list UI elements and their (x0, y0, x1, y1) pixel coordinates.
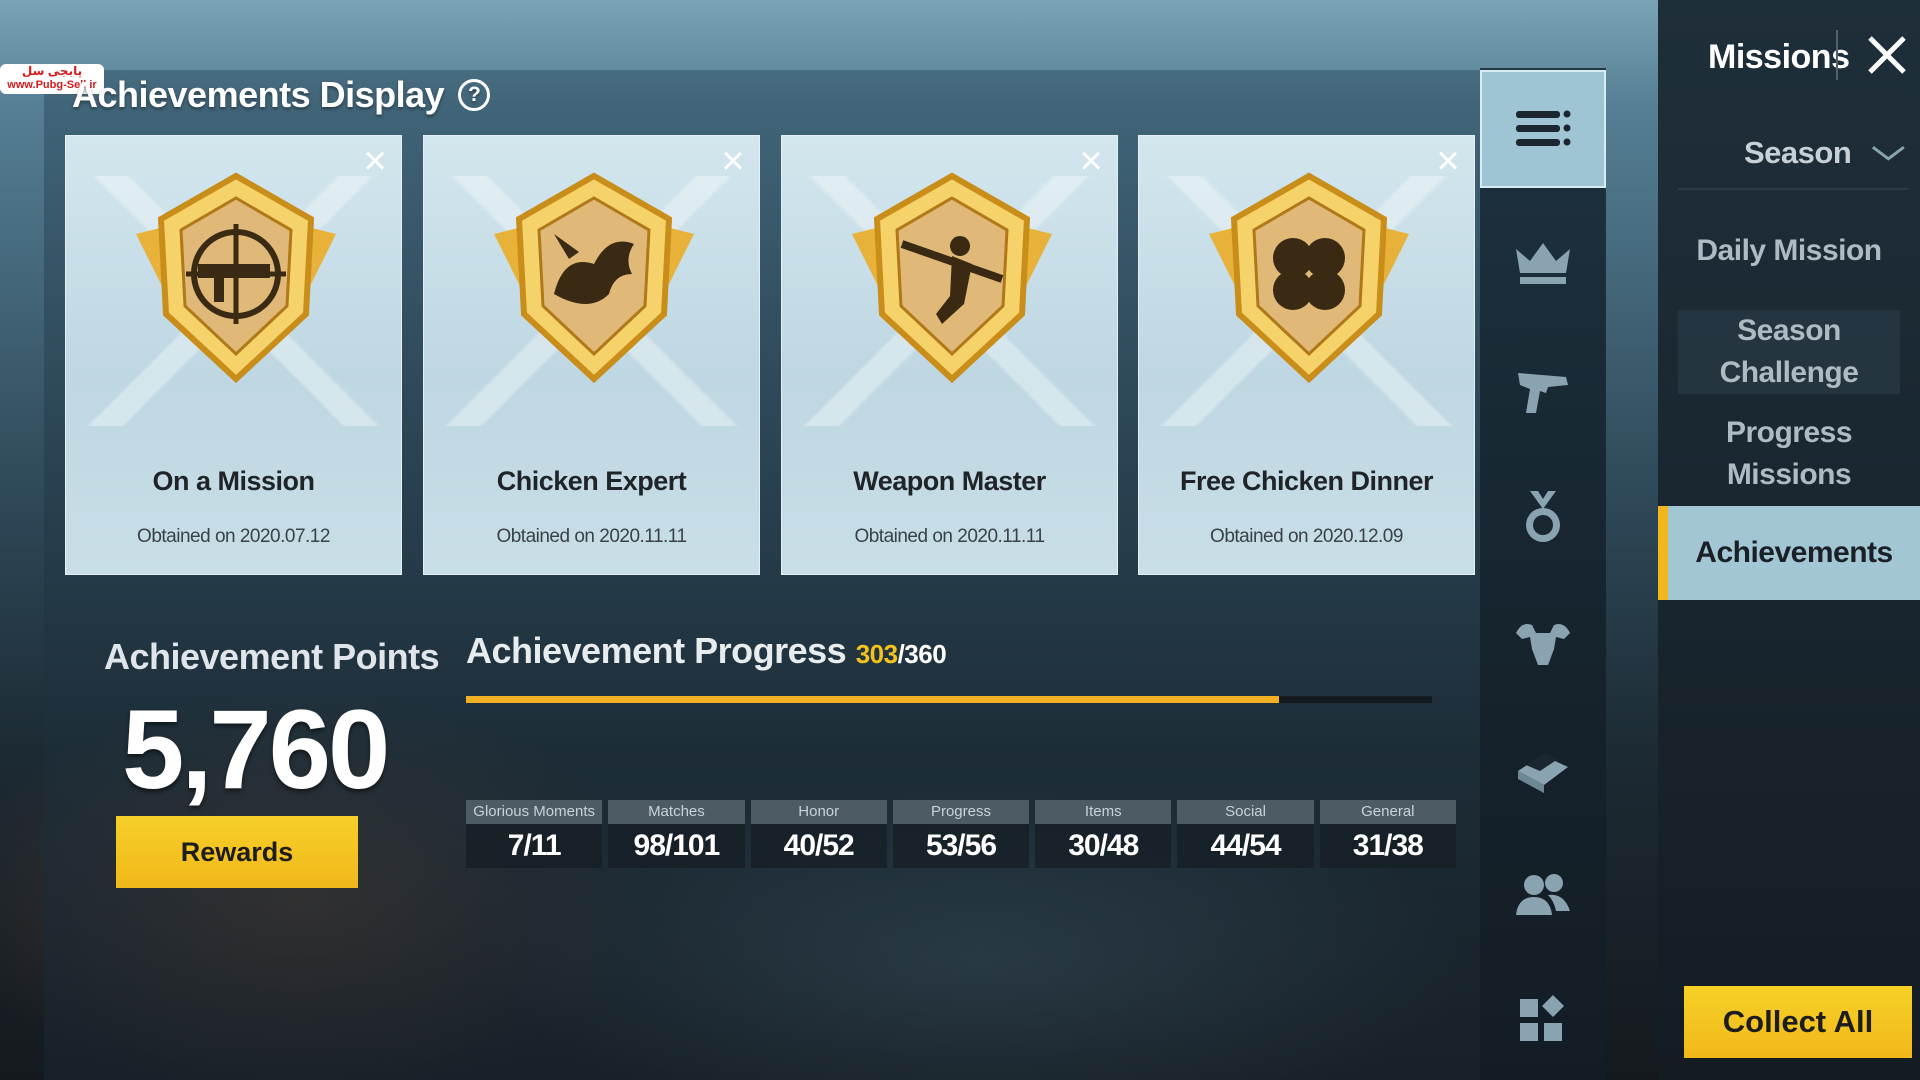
help-icon[interactable]: ? (458, 79, 491, 111)
stat-label: Progress (892, 800, 1030, 824)
achievement-name: On a Mission (152, 466, 315, 496)
four-leaf-clover-icon (1209, 172, 1409, 384)
collect-all-button[interactable]: Collect All (1684, 986, 1912, 1058)
progress-bar (466, 696, 1432, 703)
progress-current: 303 (855, 639, 898, 669)
stat-value: 44/54 (1210, 829, 1282, 862)
achievement-progress-label: Achievement Progress (466, 630, 847, 671)
stat-glorious-moments: Glorious Moments 7/11 (466, 800, 603, 868)
medal-icon (1526, 491, 1560, 542)
achievement-date: Obtained on 2020.12.09 (1210, 526, 1403, 547)
tab-all-achievements[interactable] (1480, 70, 1606, 188)
achievement-card[interactable]: × Chicken Expert Obtained on 2020.11.11 (423, 135, 760, 575)
stat-progress: Progress 53/56 (892, 800, 1030, 868)
chicken-icon (494, 172, 694, 384)
stat-value: 7/11 (507, 829, 562, 862)
achievement-date: Obtained on 2020.11.11 (854, 526, 1045, 547)
stat-social: Social 44/54 (1177, 800, 1314, 868)
progress-bar-fill (466, 696, 1280, 703)
tab-honor[interactable] (1480, 462, 1606, 572)
category-sidebar (1480, 68, 1606, 1080)
crown-icon (1516, 243, 1570, 284)
sidebar-item-progress-missions[interactable]: Progress Missions (1678, 412, 1900, 496)
list-icon (1516, 110, 1571, 146)
stat-label: Honor (750, 800, 887, 824)
crosshair-rifle-icon (136, 172, 336, 384)
achievement-progress-header: Achievement Progress 303/360 (466, 630, 947, 672)
friends-icon (1516, 874, 1570, 915)
category-stats: Glorious Moments 7/11 Matches 98/101 Honor… (466, 800, 1456, 868)
progress-total: /360 (897, 639, 947, 669)
close-icon[interactable] (1862, 30, 1912, 80)
stat-honor: Honor 40/52 (750, 800, 887, 868)
tab-social[interactable] (1480, 840, 1606, 950)
sidebar-item-season-challenge[interactable]: Season Challenge (1678, 310, 1900, 394)
achievement-date: Obtained on 2020.07.12 (137, 526, 330, 547)
stat-label: Items (1035, 800, 1172, 824)
muscle-icon (1516, 624, 1570, 665)
rewards-button[interactable]: Rewards (116, 816, 358, 888)
soldier-rifle-icon (852, 172, 1052, 384)
close-icon[interactable]: × (1430, 141, 1466, 181)
sidebar-divider (1836, 30, 1838, 80)
tab-items[interactable] (1480, 714, 1606, 824)
achievement-card[interactable]: × On a Mission Obtained on 2020.07.12 (65, 135, 402, 575)
crate-icon (1518, 753, 1568, 793)
stat-value: 40/52 (783, 829, 855, 862)
chevron-down-icon (1872, 146, 1905, 161)
stat-label: General (1319, 800, 1456, 824)
achievement-date: Obtained on 2020.11.11 (496, 526, 687, 547)
close-icon[interactable]: × (1073, 141, 1109, 181)
stat-value: 30/48 (1068, 829, 1139, 862)
stat-value: 53/56 (925, 829, 997, 862)
tab-matches[interactable] (1480, 336, 1606, 446)
stat-label: Glorious Moments (466, 800, 603, 824)
season-dropdown[interactable]: Season (1678, 118, 1908, 190)
stat-value: 31/38 (1352, 829, 1424, 862)
stat-items: Items 30/48 (1035, 800, 1172, 868)
achievement-points-value: 5,760 (122, 687, 390, 812)
achievement-points-label: Achievement Points (104, 636, 440, 677)
achievements-display-header: Achievements Display ? (72, 72, 491, 118)
close-icon[interactable]: × (715, 141, 751, 181)
stat-label: Matches (608, 800, 745, 824)
achievement-cards: × On a Mission Obtained on 2020.07.12 × … (65, 135, 1475, 575)
close-icon[interactable]: × (357, 141, 393, 181)
achievement-name: Chicken Expert (496, 466, 687, 496)
season-dropdown-label: Season (1744, 135, 1852, 170)
sidebar-item-daily-mission[interactable]: Daily Mission (1678, 230, 1900, 272)
achievement-name: Free Chicken Dinner (1179, 466, 1434, 496)
tab-general[interactable] (1480, 966, 1606, 1076)
sidebar-title: Missions (1708, 38, 1850, 76)
achievement-name: Weapon Master (853, 466, 1046, 496)
grid-icon (1520, 995, 1564, 1041)
tab-glorious-moments[interactable] (1480, 208, 1606, 318)
achievement-card[interactable]: × Weapon Master Obtained on 2020.11.11 (781, 135, 1118, 575)
sidebar-item-achievements[interactable]: Achievements (1658, 506, 1920, 600)
stat-general: General 31/38 (1319, 800, 1456, 868)
stat-value: 98/101 (633, 829, 721, 862)
tab-progress[interactable] (1480, 588, 1606, 698)
achievement-card[interactable]: × Free Chicken Dinner Obtained on 2020.1… (1138, 135, 1475, 575)
pistol-icon (1518, 373, 1568, 413)
page-title: Achievements Display (72, 74, 445, 115)
stat-matches: Matches 98/101 (608, 800, 745, 868)
stat-label: Social (1177, 800, 1314, 824)
missions-sidebar: Missions Season Daily Mission Season Cha… (1658, 0, 1920, 1080)
